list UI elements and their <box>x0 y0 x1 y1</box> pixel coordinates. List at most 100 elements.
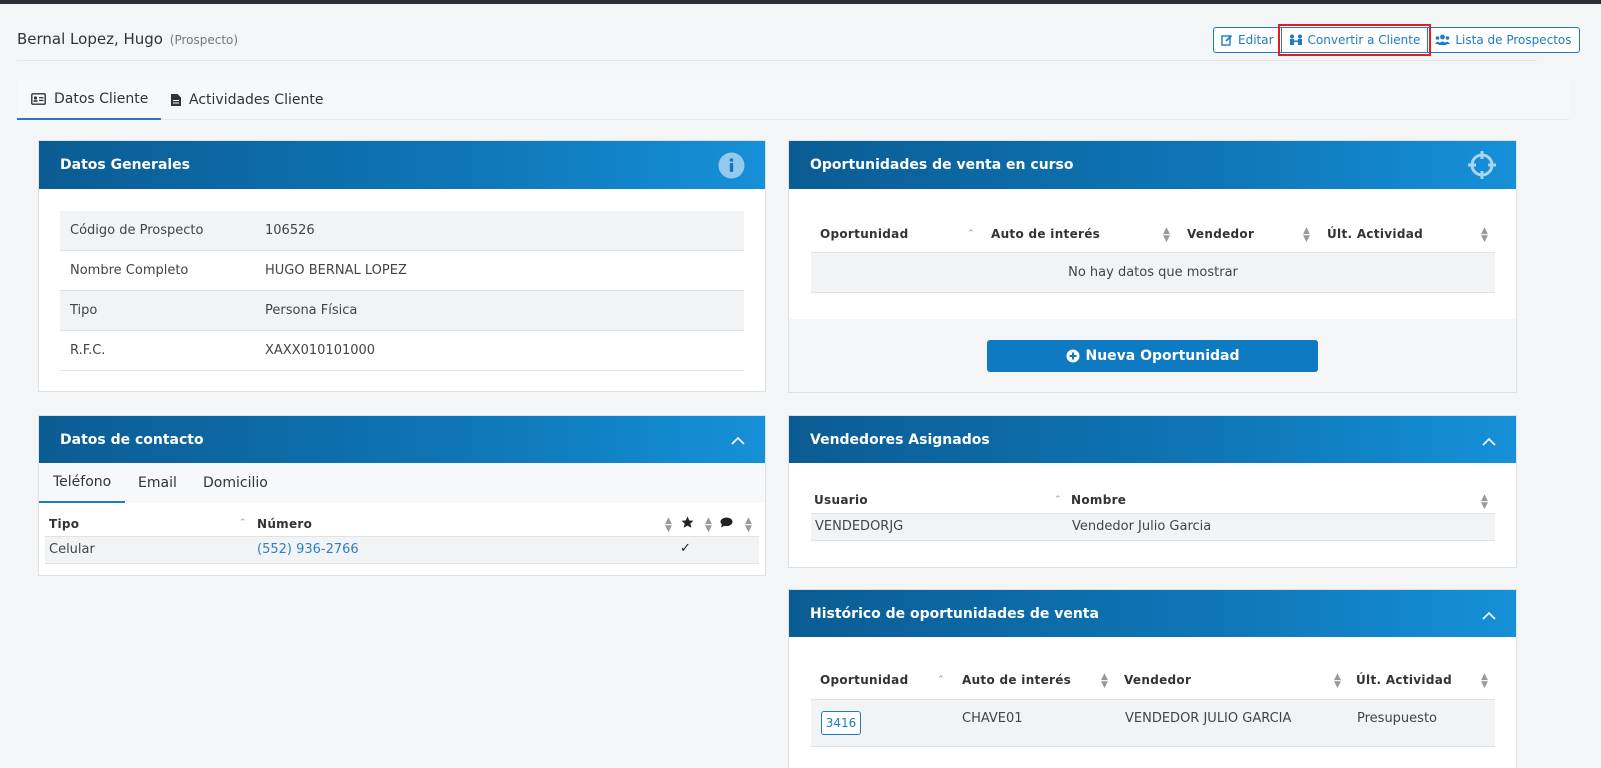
column-header[interactable]: Vendedor <box>1124 673 1191 687</box>
document-icon <box>171 94 181 106</box>
column-header[interactable]: Últ. Actividad <box>1327 227 1423 241</box>
column-header[interactable]: Últ. Actividad <box>1356 673 1452 687</box>
panel-title: Datos Generales <box>60 157 191 173</box>
crosshairs-icon <box>1468 151 1496 183</box>
header-divider <box>17 60 1537 61</box>
sort-icon[interactable]: ▲ ▼ <box>705 517 712 534</box>
sort-icon[interactable]: ▲ ▼ <box>1481 673 1488 690</box>
history-seller: VENDEDOR JULIO GARCIA <box>1125 711 1292 726</box>
column-header[interactable]: Número <box>257 517 312 531</box>
info-icon[interactable] <box>718 152 745 183</box>
new-opportunity-label: Nueva Oportunidad <box>1085 348 1240 364</box>
column-header[interactable]: Tipo <box>49 517 79 531</box>
new-opportunity-button[interactable]: Nueva Oportunidad <box>987 340 1318 372</box>
sort-icon[interactable]: ▲ ▼ <box>745 517 752 534</box>
column-header[interactable]: Oportunidad <box>820 227 908 241</box>
sort-asc-icon[interactable]: ⌃ <box>239 519 247 528</box>
field-value: Persona Física <box>265 303 358 318</box>
sort-icon[interactable]: ▲ ▼ <box>1303 227 1310 244</box>
sort-icon[interactable]: ▲ ▼ <box>1481 494 1488 511</box>
id-card-icon <box>31 93 46 105</box>
panel-title: Datos de contacto <box>60 431 204 448</box>
chevron-up-icon[interactable] <box>1482 608 1496 624</box>
history-panel: Histórico de oportunidades de venta Opor… <box>788 589 1517 768</box>
sort-icon[interactable]: ▲ ▼ <box>1101 673 1108 690</box>
top-bar <box>0 0 1601 4</box>
field-label: R.F.C. <box>70 343 106 358</box>
convert-to-client-button[interactable]: Convertir a Cliente <box>1277 24 1432 56</box>
panel-title: Vendedores Asignados <box>810 431 990 448</box>
general-data-panel: Datos Generales Código de Prospecto 1065… <box>38 140 766 392</box>
field-label: Nombre Completo <box>70 263 189 278</box>
history-activity: Presupuesto <box>1357 711 1437 726</box>
field-row: Código de Prospecto 106526 <box>60 211 744 251</box>
field-label: Tipo <box>70 303 98 318</box>
opportunities-footer: Nueva Oportunidad <box>789 319 1516 392</box>
sellers-panel: Vendedores Asignados Usuario ⌃ Nombre ▲ ▼… <box>788 415 1517 568</box>
tab-label: Teléfono <box>53 474 112 490</box>
column-header[interactable]: Nombre <box>1071 493 1126 507</box>
sort-icon[interactable]: ▲ ▼ <box>1481 227 1488 244</box>
prospect-name: Bernal Lopez, Hugo <box>17 30 163 48</box>
header-actions: Editar Convertir a Cliente Lista de Pros… <box>1213 24 1580 56</box>
users-icon <box>1435 34 1451 46</box>
tab-datos-cliente[interactable]: Datos Cliente <box>17 80 162 120</box>
prospect-list-button[interactable]: Lista de Prospectos <box>1427 27 1580 53</box>
sort-icon[interactable]: ▲ ▼ <box>665 517 672 534</box>
sort-asc-icon[interactable]: ⌃ <box>937 676 945 685</box>
field-value: 106526 <box>265 223 315 238</box>
opportunities-header: Oportunidades de venta en curso <box>789 141 1516 189</box>
contact-header: Datos de contacto <box>39 416 765 463</box>
history-header: Histórico de oportunidades de venta <box>789 590 1516 637</box>
comment-icon[interactable] <box>720 517 733 532</box>
seller-user: VENDEDORJG <box>815 519 904 534</box>
panel-title: Oportunidades de venta en curso <box>810 157 1074 173</box>
column-header[interactable]: Oportunidad <box>820 673 908 687</box>
tab-label: Domicilio <box>203 475 268 491</box>
sort-asc-icon[interactable]: ⌃ <box>1054 496 1062 505</box>
prospect-list-label: Lista de Prospectos <box>1455 33 1572 47</box>
field-value: XAXX010101000 <box>265 343 376 358</box>
page-title: Bernal Lopez, Hugo (Prospecto) <box>17 30 238 48</box>
tab-actividades-cliente[interactable]: Actividades Cliente <box>171 80 323 120</box>
edit-icon <box>1221 34 1233 46</box>
handshake-icon <box>1289 34 1303 46</box>
column-header[interactable]: Auto de interés <box>962 673 1071 687</box>
edit-button-label: Editar <box>1238 33 1274 47</box>
phone-number-link[interactable]: (552) 936-2766 <box>257 542 359 557</box>
tab-telefono[interactable]: Teléfono <box>39 463 126 503</box>
tab-domicilio[interactable]: Domicilio <box>203 463 268 503</box>
contact-tabs: Teléfono Email Domicilio <box>39 463 765 503</box>
column-header[interactable]: Auto de interés <box>991 227 1100 241</box>
seller-name: Vendedor Julio Garcia <box>1072 519 1212 534</box>
tab-label: Actividades Cliente <box>189 92 324 108</box>
sort-icon[interactable]: ▲ ▼ <box>1334 673 1341 690</box>
table-row: 3416 CHAVE01 VENDEDOR JULIO GARCIA Presu… <box>811 699 1495 747</box>
phone-type: Celular <box>49 542 95 557</box>
field-label: Código de Prospecto <box>70 223 204 238</box>
field-row: Nombre Completo HUGO BERNAL LOPEZ <box>60 251 744 291</box>
tab-label: Email <box>138 475 177 491</box>
chevron-up-icon[interactable] <box>1482 434 1496 450</box>
tab-email[interactable]: Email <box>138 463 177 503</box>
plus-circle-icon <box>1066 349 1080 363</box>
opportunities-panel: Oportunidades de venta en curso Oportuni… <box>788 140 1517 393</box>
empty-message: No hay datos que mostrar <box>1068 265 1238 280</box>
star-icon[interactable] <box>681 516 694 533</box>
general-data-header: Datos Generales <box>39 141 765 189</box>
check-icon: ✓ <box>680 541 691 556</box>
table-row: VENDEDORJG Vendedor Julio Garcia <box>811 513 1495 541</box>
table-row: Celular (552) 936-2766 ✓ <box>45 536 759 564</box>
panel-title: Histórico de oportunidades de venta <box>810 605 1099 622</box>
edit-button[interactable]: Editar <box>1213 27 1282 53</box>
column-header[interactable]: Usuario <box>814 493 868 507</box>
tab-label: Datos Cliente <box>54 91 149 107</box>
history-auto: CHAVE01 <box>962 711 1023 726</box>
prospect-status: (Prospecto) <box>169 33 239 47</box>
field-row: Tipo Persona Física <box>60 291 744 331</box>
opportunity-id-button[interactable]: 3416 <box>821 711 861 735</box>
column-header[interactable]: Vendedor <box>1187 227 1254 241</box>
sort-asc-icon[interactable]: ⌃ <box>967 230 975 239</box>
sort-icon[interactable]: ▲ ▼ <box>1163 227 1170 244</box>
chevron-up-icon[interactable] <box>731 433 745 449</box>
